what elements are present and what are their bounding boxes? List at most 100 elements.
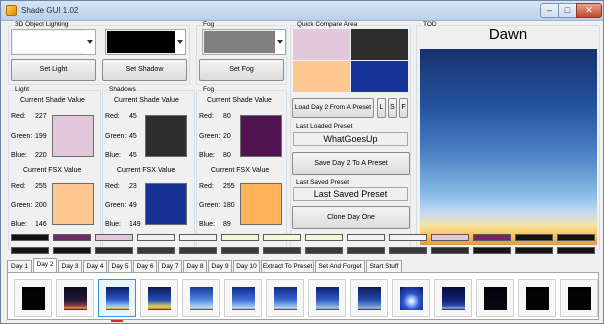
close-button[interactable]: ✕ [576,3,602,18]
strip-swatch[interactable] [53,234,91,241]
last-saved-value: Last Saved Preset [293,187,408,201]
load-shadow-button[interactable]: S [388,98,397,118]
thumbnail-image [526,287,549,310]
tab-day-3[interactable]: Day 3 [58,260,82,272]
light-shade-swatch [52,115,94,157]
shadows-fsx-blue-value: 149 [129,221,141,228]
tab-day-6[interactable]: Day 6 [133,260,157,272]
tab-day-10[interactable]: Day 10 [233,260,260,272]
strip-swatch[interactable] [11,234,49,241]
maximize-button[interactable]: □ [558,3,577,18]
thumbnail-sunrise[interactable] [140,279,178,317]
strip-swatch[interactable] [347,234,385,241]
strip-swatch[interactable] [95,247,133,254]
light-fsx-blue-label: Blue: [11,221,27,228]
tab-day-1[interactable]: Day 1 [7,260,32,272]
fog-color-dropdown[interactable] [202,29,286,55]
tab-day-8[interactable]: Day 8 [183,260,207,272]
strip-swatch[interactable] [431,234,469,241]
strip-swatch[interactable] [347,247,385,254]
fog-fsx-heading: Current FSX Value [211,167,270,174]
client-area: 3D Object Lighting Fog Set Light Set Sha… [2,21,602,323]
tab-day-4[interactable]: Day 4 [83,260,107,272]
thumbnail-evening[interactable] [350,279,388,317]
tab-day-2[interactable]: Day 2 [33,258,57,272]
strip-swatch[interactable] [431,247,469,254]
title-bar[interactable]: Shade GUI 1.02 – □ ✕ [1,1,603,21]
load-fog-button[interactable]: F [399,98,408,118]
strip-swatch[interactable] [473,234,511,241]
compare-light-swatch [293,29,350,60]
shadows-shade-blue-value: 45 [129,152,137,159]
strip-swatch[interactable] [221,247,259,254]
strip-swatch[interactable] [389,247,427,254]
app-window: Shade GUI 1.02 – □ ✕ 3D Object Lighting … [0,0,604,324]
save-day2-button[interactable]: Save Day 2 To A Preset [292,152,410,175]
strip-swatch[interactable] [179,247,217,254]
window-title: Shade GUI 1.02 [21,6,79,15]
tab-set-and-forget[interactable]: Set And Forget [315,260,365,272]
selected-thumbnail-marker [111,320,123,322]
load-day2-button[interactable]: Load Day 2 From A Preset [292,98,374,118]
light-fsx-blue-value: 146 [35,221,47,228]
strip-swatch[interactable] [305,247,343,254]
strip-swatch[interactable] [389,234,427,241]
light-shade-heading: Current Shade Value [20,97,85,104]
strip-swatch[interactable] [263,234,301,241]
strip-swatch[interactable] [53,247,91,254]
strip-swatch[interactable] [515,234,553,241]
light-shade-green-value: 199 [35,133,47,140]
strip-swatch[interactable] [179,234,217,241]
strip-swatch[interactable] [557,234,595,241]
tab-day-7[interactable]: Day 7 [158,260,182,272]
set-shadow-button[interactable]: Set Shadow [102,59,187,81]
last-loaded-value: WhatGoesUp [293,132,408,146]
thumbnail-image [442,287,465,310]
tab-day-9[interactable]: Day 9 [208,260,232,272]
fog-fsx-red-label: Red: [199,183,214,190]
set-light-button[interactable]: Set Light [11,59,96,81]
shadows-fsx-red-label: Red: [105,183,120,190]
shadows-shade-green-value: 45 [129,133,137,140]
thumbnail-midday[interactable] [224,279,262,317]
shadows-shade-red-value: 45 [129,113,137,120]
strip-swatch[interactable] [305,234,343,241]
strip-swatch[interactable] [137,234,175,241]
tab-start-stuff[interactable]: Start Stuff [366,260,402,272]
shadow-color-dropdown[interactable] [105,29,186,55]
shadows-fsx-blue-label: Blue: [105,221,121,228]
shadows-shade-swatch [145,115,187,157]
compare-fsx-light-swatch [293,61,350,92]
thumbnail-dusk[interactable] [434,279,472,317]
strip-swatch[interactable] [557,247,595,254]
strip-swatch[interactable] [515,247,553,254]
strip-swatch[interactable] [221,234,259,241]
tod-time-label: Dawn [488,26,528,43]
thumbnail-night[interactable] [476,279,514,317]
thumbnail-pre-dawn[interactable] [56,279,94,317]
thumbnail-afternoon[interactable] [266,279,304,317]
strip-swatch[interactable] [473,247,511,254]
thumbnail-deep-night[interactable] [560,279,598,317]
strip-swatch[interactable] [137,247,175,254]
thumbnail-sunset[interactable] [392,279,430,317]
tab-extract-to-preset[interactable]: Extract To Preset [261,260,314,272]
strip-swatch[interactable] [263,247,301,254]
strip-swatch[interactable] [11,247,49,254]
thumbnail-dawn[interactable] [98,279,136,317]
clone-day-one-button[interactable]: Clone Day One [292,206,410,229]
thumbnail-morning[interactable] [182,279,220,317]
minimize-button[interactable]: – [540,3,559,18]
thumbnail-late-afternoon[interactable] [308,279,346,317]
thumbnail-late-night[interactable] [518,279,556,317]
set-fog-button[interactable]: Set Fog [199,59,284,81]
light-color-dropdown[interactable] [11,29,96,55]
day-thumbnails-panel [7,272,599,322]
light-color-value [13,31,85,53]
load-light-button[interactable]: L [377,98,386,118]
shadows-fsx-swatch [145,183,187,225]
tab-day-5[interactable]: Day 5 [108,260,132,272]
thumbnail-midnight[interactable] [14,279,52,317]
strip-swatch[interactable] [95,234,133,241]
shadows-shade-green-label: Green: [105,133,127,140]
